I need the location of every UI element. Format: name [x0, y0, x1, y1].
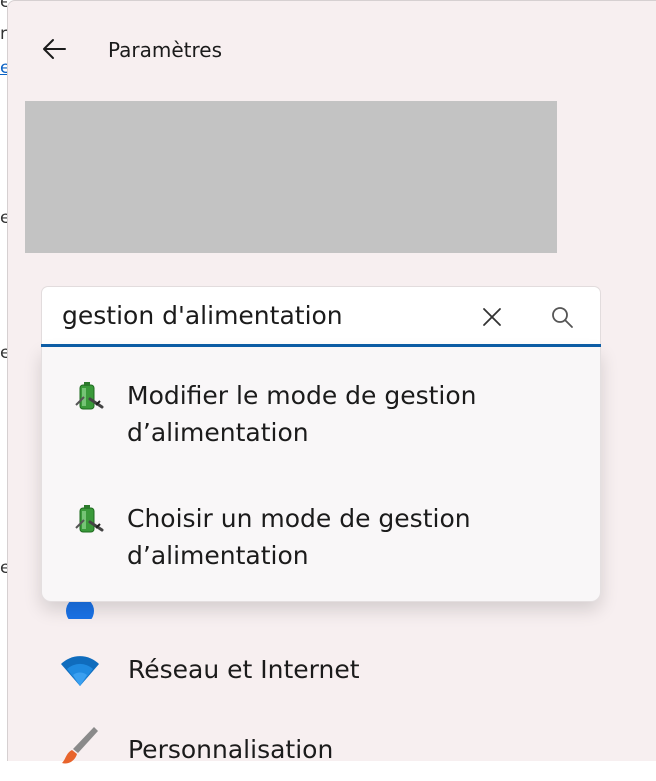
background-text-fragment: e — [0, 0, 7, 12]
search-suggestions-dropdown: Modifier le mode de gestion d’alimentati… — [41, 347, 601, 602]
paintbrush-icon — [62, 727, 98, 764]
search-input[interactable]: gestion d'alimentation — [62, 301, 343, 330]
background-link-fragment: e — [0, 58, 7, 78]
account-profile-placeholder — [25, 101, 557, 253]
close-icon — [483, 308, 501, 326]
suggestion-item[interactable]: Modifier le mode de gestion d’alimentati… — [42, 357, 600, 477]
title-bar: Paramètres — [8, 1, 656, 101]
back-button[interactable] — [36, 31, 72, 67]
suggestion-item[interactable]: Choisir un mode de gestion d’alimentatio… — [42, 480, 600, 600]
background-text-fragment: e — [0, 208, 7, 228]
arrow-left-icon — [43, 39, 66, 59]
battery-plug-icon — [75, 505, 104, 533]
background-text-fragment: e — [0, 558, 7, 578]
background-text-fragment: r — [0, 24, 7, 44]
window-title: Paramètres — [108, 38, 223, 62]
search-box[interactable]: gestion d'alimentation — [41, 286, 601, 348]
sidebar-item-personalization[interactable]: Personnalisation — [8, 711, 656, 781]
settings-window: Paramètres gestion d'alimentation Réseau… — [7, 0, 656, 764]
wifi-icon — [61, 656, 99, 686]
clear-search-button[interactable] — [474, 299, 510, 335]
search-button[interactable] — [544, 299, 580, 335]
suggestion-label: Choisir un mode de gestion d’alimentatio… — [127, 504, 471, 570]
sidebar-item-network[interactable]: Réseau et Internet — [8, 635, 656, 705]
search-icon — [552, 307, 573, 328]
battery-plug-icon — [75, 382, 104, 410]
suggestion-label: Modifier le mode de gestion d’alimentati… — [127, 381, 477, 447]
sidebar-item-label: Réseau et Internet — [128, 655, 360, 684]
background-text-fragment: e — [0, 343, 7, 363]
